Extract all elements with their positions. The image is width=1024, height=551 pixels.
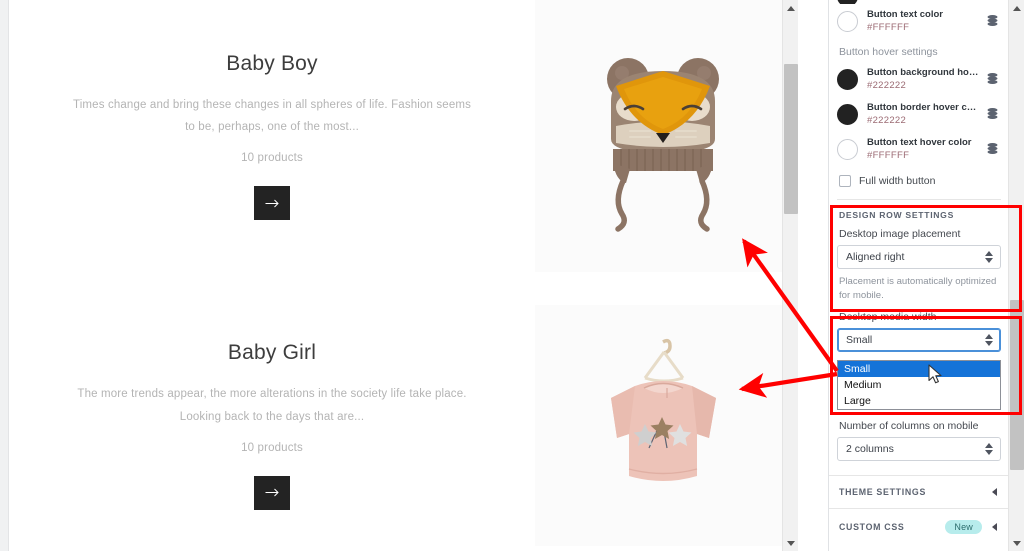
spinner-arrows-icon bbox=[985, 251, 993, 263]
section-theme-settings[interactable]: THEME SETTINGS bbox=[829, 475, 1009, 508]
desktop-image-placement-label: Desktop image placement bbox=[829, 228, 1009, 245]
mobile-columns-value: 2 columns bbox=[846, 443, 894, 455]
color-swatch[interactable] bbox=[837, 104, 858, 125]
preview-text-column: Baby Girl The more trends appear, the mo… bbox=[9, 305, 535, 546]
setting-button-text-hover-color[interactable]: Button text hover color #FFFFFF bbox=[829, 132, 1009, 167]
collection-cta-button[interactable] bbox=[254, 476, 290, 510]
color-swatch[interactable] bbox=[837, 139, 858, 160]
collection-description: Times change and bring these changes in … bbox=[72, 94, 472, 139]
setting-hex-value: #222222 bbox=[867, 115, 980, 127]
scroll-down-arrow[interactable] bbox=[1009, 535, 1024, 551]
full-width-checkbox[interactable] bbox=[839, 175, 851, 187]
setting-label: Button text color bbox=[867, 9, 980, 21]
collection-description: The more trends appear, the more alterat… bbox=[72, 383, 472, 428]
custom-css-label: CUSTOM CSS bbox=[839, 522, 905, 532]
mobile-columns-label: Number of columns on mobile bbox=[829, 420, 1009, 437]
collection-cta-button[interactable] bbox=[254, 186, 290, 220]
scroll-up-arrow[interactable] bbox=[783, 0, 798, 16]
desktop-image-placement-help: Placement is automatically optimized for… bbox=[829, 269, 1009, 311]
section-custom-css[interactable]: CUSTOM CSS New bbox=[829, 508, 1009, 545]
collection-product-count: 10 products bbox=[241, 152, 303, 164]
dropdown-option-large[interactable]: Large bbox=[838, 393, 1000, 409]
chevron-left-icon bbox=[992, 523, 997, 531]
app-root: Baby Boy Times change and bring these ch… bbox=[0, 0, 1024, 551]
arrow-right-icon bbox=[265, 198, 280, 209]
theme-preview-pane: Baby Boy Times change and bring these ch… bbox=[0, 0, 798, 551]
setting-button-border-hover-color[interactable]: Button border hover color #222222 bbox=[829, 97, 1009, 132]
preview-scrollbar[interactable] bbox=[782, 0, 798, 551]
preview-media-column-bottom bbox=[535, 305, 791, 546]
desktop-image-placement-select[interactable]: Aligned right bbox=[837, 245, 1001, 269]
setting-label: Button text hover color bbox=[867, 137, 980, 149]
desktop-image-placement-value: Aligned right bbox=[846, 251, 904, 263]
collection-product-count: 10 products bbox=[241, 442, 303, 454]
spinner-arrows-icon bbox=[985, 443, 993, 455]
chevron-left-icon bbox=[992, 488, 997, 496]
scroll-down-arrow[interactable] bbox=[783, 535, 798, 551]
setting-button-background-hover-color[interactable]: Button background hover co... #222222 bbox=[829, 62, 1009, 97]
color-library-icon[interactable] bbox=[986, 142, 999, 158]
desktop-media-width-dropdown-list[interactable]: Small Medium Large bbox=[837, 360, 1001, 410]
sidebar-scroll-content: Button text color #FFFFFF Button hover s… bbox=[829, 0, 1009, 545]
sidebar-scrollbar-thumb[interactable] bbox=[1010, 300, 1024, 470]
desktop-media-width-label: Desktop media width bbox=[829, 311, 1009, 328]
collection-title: Baby Boy bbox=[226, 52, 318, 76]
scroll-up-arrow[interactable] bbox=[1009, 0, 1024, 16]
setting-label: Button border hover color bbox=[867, 102, 980, 114]
pink-baby-sweatshirt-image bbox=[571, 326, 756, 526]
desktop-media-width-select[interactable]: Small bbox=[837, 328, 1001, 352]
dropdown-option-small[interactable]: Small bbox=[838, 361, 1000, 377]
preview-media-column-top bbox=[535, 0, 791, 272]
mobile-columns-select[interactable]: 2 columns bbox=[837, 437, 1001, 461]
setting-label: Button background hover co... bbox=[867, 67, 980, 79]
theme-settings-sidebar: Button text color #FFFFFF Button hover s… bbox=[828, 0, 1024, 551]
desktop-media-width-value: Small bbox=[846, 334, 872, 346]
setting-full-width-button[interactable]: Full width button bbox=[829, 167, 1009, 197]
dropdown-option-medium[interactable]: Medium bbox=[838, 377, 1000, 393]
preview-scrollbar-thumb[interactable] bbox=[784, 64, 798, 214]
full-width-label: Full width button bbox=[859, 175, 935, 187]
setting-hex-value: #FFFFFF bbox=[867, 150, 980, 162]
color-library-icon[interactable] bbox=[986, 107, 999, 123]
hover-settings-group-label: Button hover settings bbox=[829, 39, 1009, 62]
color-library-icon[interactable] bbox=[986, 14, 999, 30]
color-library-icon[interactable] bbox=[986, 72, 999, 88]
preview-text-column: Baby Boy Times change and bring these ch… bbox=[9, 0, 535, 272]
color-swatch[interactable] bbox=[837, 11, 858, 32]
setting-hex-value: #222222 bbox=[867, 80, 980, 92]
preview-row-baby-girl: Baby Girl The more trends appear, the mo… bbox=[9, 305, 791, 546]
setting-hex-value: #FFFFFF bbox=[867, 22, 980, 34]
theme-settings-label: THEME SETTINGS bbox=[839, 487, 926, 497]
new-badge: New bbox=[945, 520, 982, 534]
collection-title: Baby Girl bbox=[228, 341, 316, 365]
preview-row-baby-boy: Baby Boy Times change and bring these ch… bbox=[9, 0, 791, 272]
setting-button-text-color[interactable]: Button text color #FFFFFF bbox=[829, 4, 1009, 39]
color-swatch[interactable] bbox=[837, 69, 858, 90]
design-row-settings-heading: DESIGN ROW SETTINGS bbox=[829, 200, 1009, 228]
arrow-right-icon bbox=[265, 487, 280, 498]
knitted-animal-hat-image bbox=[578, 31, 748, 241]
preview-canvas: Baby Boy Times change and bring these ch… bbox=[8, 0, 790, 551]
sidebar-scrollbar[interactable] bbox=[1008, 0, 1024, 551]
spinner-arrows-icon bbox=[985, 334, 993, 346]
